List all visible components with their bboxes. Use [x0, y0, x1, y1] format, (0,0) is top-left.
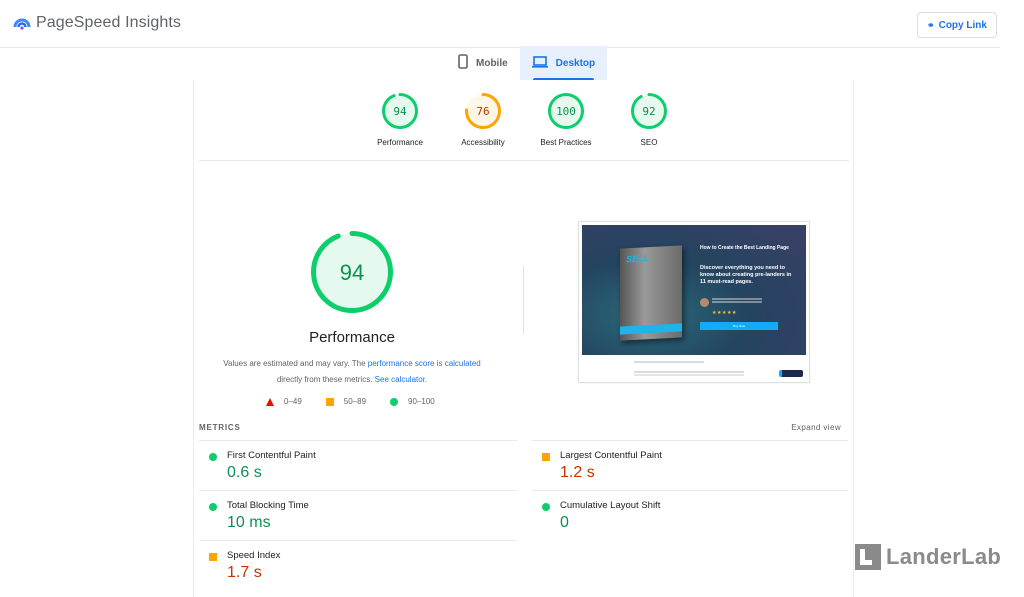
laptop-icon — [531, 55, 548, 71]
app-logo[interactable]: PageSpeed Insights — [13, 14, 181, 32]
tab-mobile[interactable]: Mobile — [446, 46, 520, 80]
top-bar: PageSpeed Insights ⚭ Copy Link — [0, 0, 1000, 48]
performance-note: Values are estimated and may vary. The p… — [202, 356, 502, 388]
category-gauge-seo[interactable]: 92 SEO — [608, 92, 691, 147]
category-gauge-performance[interactable]: 94 Performance — [359, 92, 442, 147]
gauge-score: 94 — [393, 105, 407, 118]
screenshot-hero: SELL How to Create the Best Landing Page… — [582, 225, 806, 355]
metric-name: Speed Index — [227, 550, 281, 561]
legend-label: 0–49 — [284, 397, 302, 406]
divider — [199, 160, 849, 161]
metric-value: 10 ms — [227, 514, 271, 531]
gauge-score: 100 — [556, 105, 576, 118]
expand-view-toggle[interactable]: Expand view — [791, 423, 841, 432]
note-text: Values are estimated and may vary. The — [223, 359, 368, 368]
square-icon — [542, 453, 550, 461]
metric-first-contentful-paint: First Contentful Paint 0.6 s — [199, 440, 517, 490]
square-icon — [325, 397, 334, 406]
app-title: PageSpeed Insights — [36, 14, 182, 31]
watermark-text: LanderLab — [886, 544, 1002, 569]
tab-desktop-label: Desktop — [555, 57, 596, 69]
metrics-column-right: Largest Contentful Paint 1.2 s Cumulativ… — [532, 440, 848, 540]
metric-value: 0.6 s — [227, 464, 262, 481]
metric-speed-index: Speed Index 1.7 s — [199, 540, 517, 590]
gauge-ring: 76 — [465, 93, 501, 129]
book-cover-image: SELL — [620, 245, 682, 341]
page-screenshot: SELL How to Create the Best Landing Page… — [578, 221, 810, 383]
tab-mobile-label: Mobile — [476, 57, 508, 69]
landerlab-watermark: LanderLab — [855, 544, 1001, 570]
note-text: . — [424, 375, 428, 384]
landerlab-logo-icon — [855, 544, 881, 570]
copy-link-label: Copy Link — [938, 19, 987, 31]
category-gauges: 94 Performance 76 Accessibility 100 Best… — [194, 92, 855, 147]
category-gauge-best-practices[interactable]: 100 Best Practices — [525, 92, 608, 147]
book-title: SELL — [626, 253, 650, 265]
screenshot-footer-text — [634, 371, 744, 373]
gauge-ring: 100 — [548, 93, 584, 129]
legend-label: 50–89 — [343, 397, 367, 406]
performance-score-gauge: 94 — [311, 231, 393, 313]
gauge-score: 94 — [340, 260, 364, 285]
legend-good: 90–100 — [390, 397, 435, 406]
gauge-ring: 92 — [631, 93, 667, 129]
metric-cumulative-layout-shift: Cumulative Layout Shift 0 — [532, 490, 848, 540]
avatar — [700, 298, 709, 307]
performance-title: Performance — [309, 329, 395, 346]
category-label: Accessibility — [461, 138, 505, 147]
metrics-heading: METRICS — [199, 423, 241, 432]
gauge-score: 92 — [642, 105, 655, 118]
category-label: Best Practices — [540, 138, 592, 147]
gauge-score: 76 — [476, 105, 489, 118]
screenshot-badge — [779, 370, 803, 377]
metric-value: 1.7 s — [227, 564, 262, 581]
circle-icon — [390, 397, 399, 406]
legend-average: 50–89 — [325, 397, 367, 406]
device-tabs: Mobile Desktop — [446, 46, 608, 80]
note-text: directly from these metrics. — [276, 375, 375, 384]
metric-name: Largest Contentful Paint — [560, 450, 662, 461]
screenshot-buy-button: Buy Now — [700, 322, 778, 330]
metric-name: Total Blocking Time — [227, 500, 309, 511]
link-icon: ⚭ — [927, 19, 935, 30]
gauge-ring: 94 — [382, 93, 418, 129]
metric-value: 0 — [560, 514, 569, 531]
metric-name: Cumulative Layout Shift — [560, 500, 661, 511]
pagespeed-gauge-icon — [13, 14, 31, 32]
tab-desktop[interactable]: Desktop — [519, 46, 608, 80]
category-gauge-accessibility[interactable]: 76 Accessibility — [442, 92, 525, 147]
copy-link-button[interactable]: ⚭ Copy Link — [917, 12, 997, 38]
legend-poor: 0–49 — [266, 397, 302, 406]
report-card: 94 Performance 76 Accessibility 100 Best… — [193, 80, 854, 597]
category-label: Performance — [377, 138, 423, 147]
score-calculated-link[interactable]: performance score is calculated — [368, 359, 481, 368]
vertical-divider — [523, 266, 524, 334]
metric-value: 1.2 s — [560, 464, 595, 481]
metric-name: First Contentful Paint — [227, 450, 316, 461]
circle-icon — [209, 503, 217, 511]
score-legend: 0–49 50–89 90–100 — [266, 397, 459, 406]
square-icon — [209, 553, 217, 561]
see-calculator-link[interactable]: See calculator — [375, 375, 425, 384]
triangle-icon — [266, 397, 274, 406]
metrics-column-left: First Contentful Paint 0.6 s Total Block… — [199, 440, 517, 590]
screenshot-headline: How to Create the Best Landing Page — [700, 245, 789, 251]
circle-icon — [542, 503, 550, 511]
screenshot-subhead: Discover everything you need to know abo… — [700, 265, 792, 285]
circle-icon — [209, 453, 217, 461]
screenshot-footer-text — [634, 361, 704, 363]
testimonial-text — [712, 298, 762, 300]
category-label: SEO — [640, 138, 658, 147]
phone-icon — [458, 54, 468, 72]
book-band — [620, 323, 682, 335]
metric-total-blocking-time: Total Blocking Time 10 ms — [199, 490, 517, 540]
legend-label: 90–100 — [408, 397, 435, 406]
metric-largest-contentful-paint: Largest Contentful Paint 1.2 s — [532, 440, 848, 490]
star-rating-icon: ★★★★★ — [712, 310, 737, 316]
